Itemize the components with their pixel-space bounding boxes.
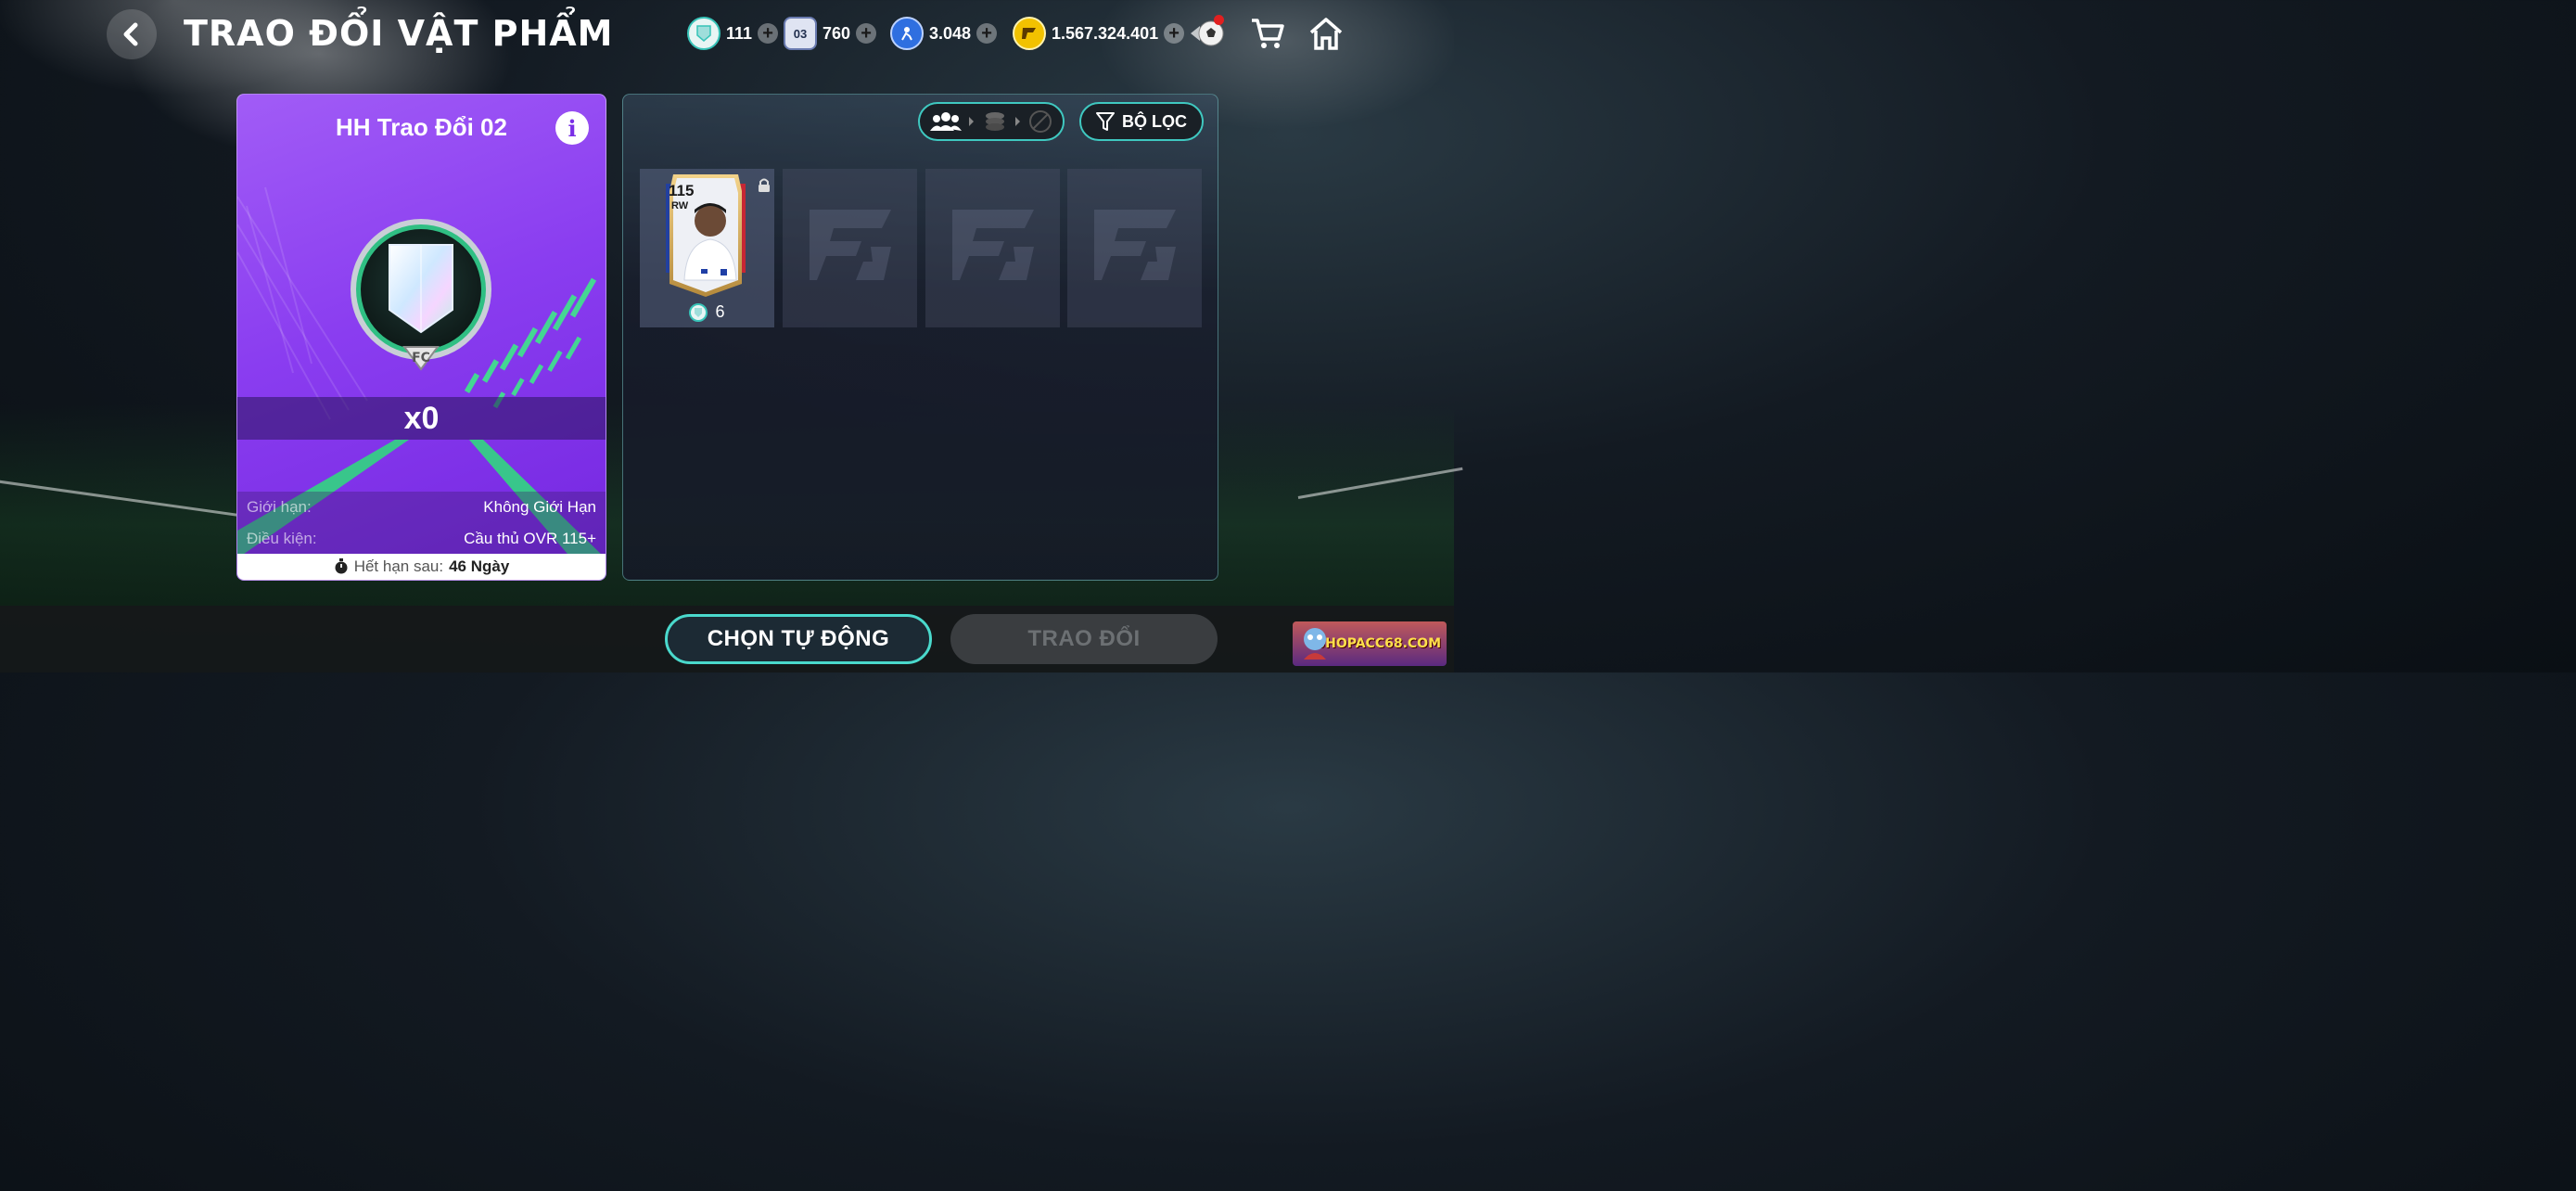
trade-button[interactable]: TRAO ĐỔI: [950, 614, 1218, 664]
sort-toggle[interactable]: [918, 102, 1065, 141]
condition-label: Điều kiện:: [247, 530, 317, 547]
watermark-text: SHOPACC68.COM: [1316, 636, 1441, 651]
lock-icon: [759, 178, 770, 192]
shield-token-icon: [689, 302, 708, 322]
auto-select-button[interactable]: CHỌN TỰ ĐỘNG: [665, 614, 932, 664]
team-icon: [930, 112, 963, 131]
page-title: TRAO ĐỔI VẬT PHẨM: [184, 13, 614, 54]
player-name: DOUÉ: [692, 254, 717, 263]
currency-bp: 3.048 +: [890, 17, 998, 50]
item-quantity: x0: [237, 397, 606, 440]
card-icon: 03: [784, 17, 817, 50]
currency-value: 1.567.324.401: [1052, 23, 1159, 43]
back-button[interactable]: [107, 9, 157, 59]
watermark-logo: SHOPACC68.COM: [1293, 621, 1447, 666]
shield-token-icon: [687, 17, 721, 50]
currency-value: 3.048: [929, 23, 972, 43]
add-currency-button[interactable]: +: [856, 23, 877, 44]
price-value: 6: [715, 302, 725, 321]
exchange-item-card: HH Trao Đổi 02 i FC x0 Giới hạn: Không G…: [236, 94, 606, 581]
filter-label: BỘ LỌC: [1122, 111, 1187, 131]
svg-text:FC: FC: [412, 351, 430, 365]
currency-exchange-token: 111 +: [687, 17, 779, 50]
cart-icon: [1252, 19, 1284, 48]
mascot-icon: [1304, 628, 1326, 660]
empty-slot: [925, 169, 1060, 327]
chevron-left-icon: [123, 22, 138, 46]
empty-slot: [1067, 169, 1202, 327]
filter-icon: [1096, 112, 1115, 131]
player-selection-panel: BỘ LỌC 115 RW DOUÉ 6: [622, 94, 1218, 581]
add-currency-button[interactable]: +: [976, 23, 998, 44]
currency-value: 111: [726, 23, 753, 43]
currency-card-03: 03 760 +: [784, 17, 877, 50]
player-ovr: 115: [669, 182, 695, 199]
limit-label: Giới hạn:: [247, 498, 312, 516]
add-currency-button[interactable]: +: [758, 23, 779, 44]
fc-coin-icon: [1013, 17, 1046, 50]
item-details: Giới hạn: Không Giới Hạn Điều kiện: Cầu …: [237, 492, 606, 555]
info-button[interactable]: i: [555, 111, 589, 145]
shop-cart-button[interactable]: [1247, 13, 1288, 54]
condition-row: Điều kiện: Cầu thủ OVR 115+: [247, 525, 596, 553]
chevron-right-icon: [1014, 117, 1020, 126]
expiry-label: Hết hạn sau:: [353, 557, 444, 575]
player-position: RW: [671, 200, 689, 211]
bp-icon: [890, 17, 924, 50]
item-title: HH Trao Đổi 02: [336, 113, 507, 141]
home-button[interactable]: [1306, 13, 1346, 54]
exchange-token-medal-icon: FC: [351, 219, 491, 371]
add-currency-button[interactable]: +: [1164, 23, 1185, 44]
currency-fc-coins: 1.567.324.401 +: [1013, 17, 1185, 50]
player-slot[interactable]: 115 RW DOUÉ 6: [640, 169, 774, 327]
filter-button[interactable]: BỘ LỌC: [1079, 102, 1204, 141]
disabled-icon: [1028, 110, 1052, 133]
notification-dot: [1214, 15, 1224, 25]
fc-logo-icon: [1094, 210, 1176, 280]
field-line: [1297, 467, 1463, 499]
chevron-right-icon: [969, 117, 975, 126]
coins-stack-icon: [985, 112, 1004, 131]
limit-row: Giới hạn: Không Giới Hạn: [247, 493, 596, 521]
empty-slot: [783, 169, 917, 327]
info-icon: i: [567, 114, 577, 142]
fc-logo-icon: [952, 210, 1034, 280]
player-price: 6: [640, 302, 774, 322]
condition-value: Cầu thủ OVR 115+: [464, 530, 596, 547]
home-icon: [1309, 18, 1343, 50]
expiry-value: 46 Ngày: [449, 557, 510, 575]
expiry-row: Hết hạn sau: 46 Ngày: [237, 554, 606, 580]
gift-ball-button[interactable]: [1187, 13, 1228, 54]
limit-value: Không Giới Hạn: [483, 498, 596, 516]
stopwatch-icon: [335, 558, 348, 574]
fc-logo-icon: [810, 210, 891, 280]
currency-value: 760: [823, 23, 851, 43]
